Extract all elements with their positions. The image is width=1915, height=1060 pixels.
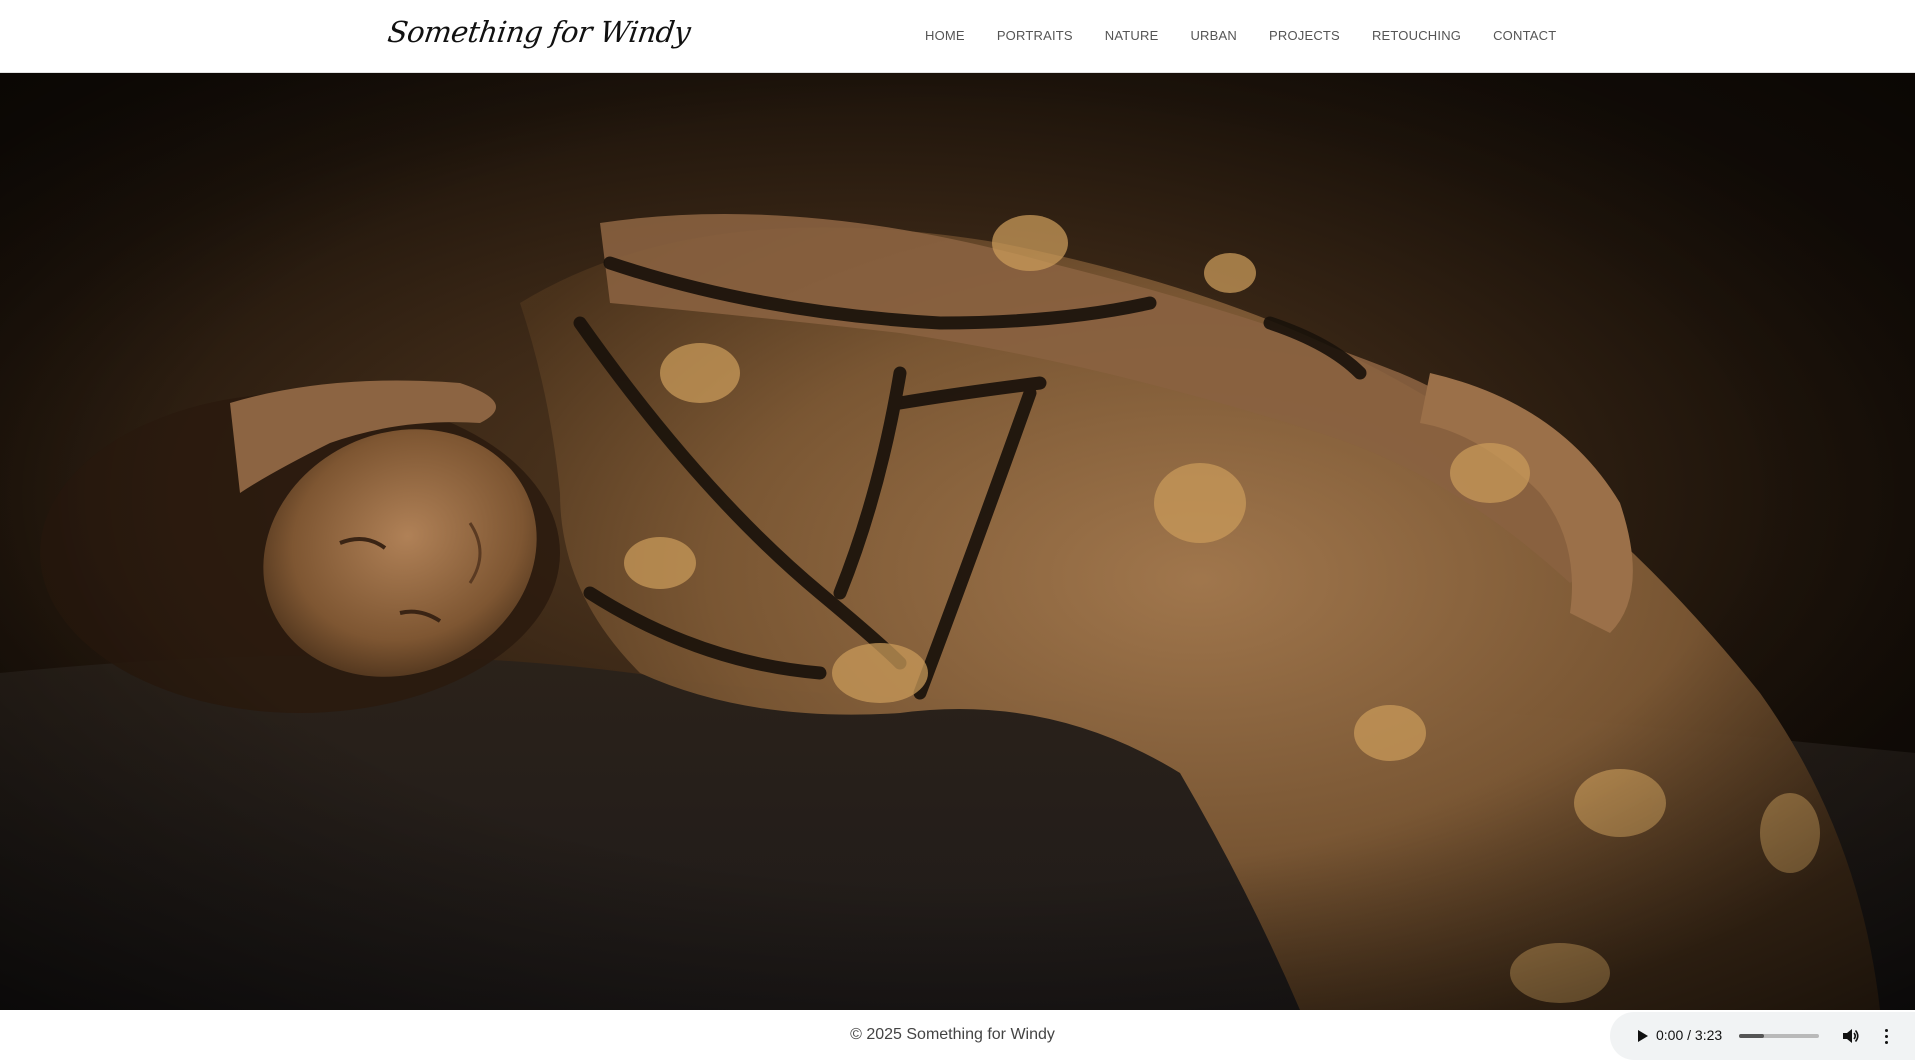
site-logo[interactable]: Something for Windy xyxy=(386,15,693,49)
hero-photo xyxy=(0,73,1915,1010)
audio-time: 0:00 / 3:23 xyxy=(1656,1027,1723,1043)
nav-item-retouching[interactable]: RETOUCHING xyxy=(1372,28,1461,43)
site-header: Something for Windy HOME PORTRAITS NATUR… xyxy=(0,0,1915,73)
audio-progress-fill xyxy=(1739,1034,1764,1038)
play-icon xyxy=(1638,1030,1648,1042)
nav-item-contact[interactable]: CONTACT xyxy=(1493,28,1556,43)
more-options-button[interactable] xyxy=(1880,1026,1892,1046)
vignette xyxy=(0,73,1915,1010)
nav-item-portraits[interactable]: PORTRAITS xyxy=(997,28,1073,43)
play-button[interactable] xyxy=(1634,1027,1652,1045)
nav-item-home[interactable]: HOME xyxy=(925,28,965,43)
more-options-icon xyxy=(1884,1028,1888,1032)
nav-item-urban[interactable]: URBAN xyxy=(1190,28,1237,43)
volume-button[interactable] xyxy=(1840,1026,1860,1046)
nav-item-nature[interactable]: NATURE xyxy=(1105,28,1159,43)
nav-item-projects[interactable]: PROJECTS xyxy=(1269,28,1340,43)
hero-photo-illustration xyxy=(0,73,1915,1010)
audio-progress-slider[interactable] xyxy=(1739,1034,1819,1038)
audio-player: 0:00 / 3:23 xyxy=(1610,1012,1915,1060)
volume-icon xyxy=(1843,1029,1859,1043)
main-nav: HOME PORTRAITS NATURE URBAN PROJECTS RET… xyxy=(910,0,1556,70)
